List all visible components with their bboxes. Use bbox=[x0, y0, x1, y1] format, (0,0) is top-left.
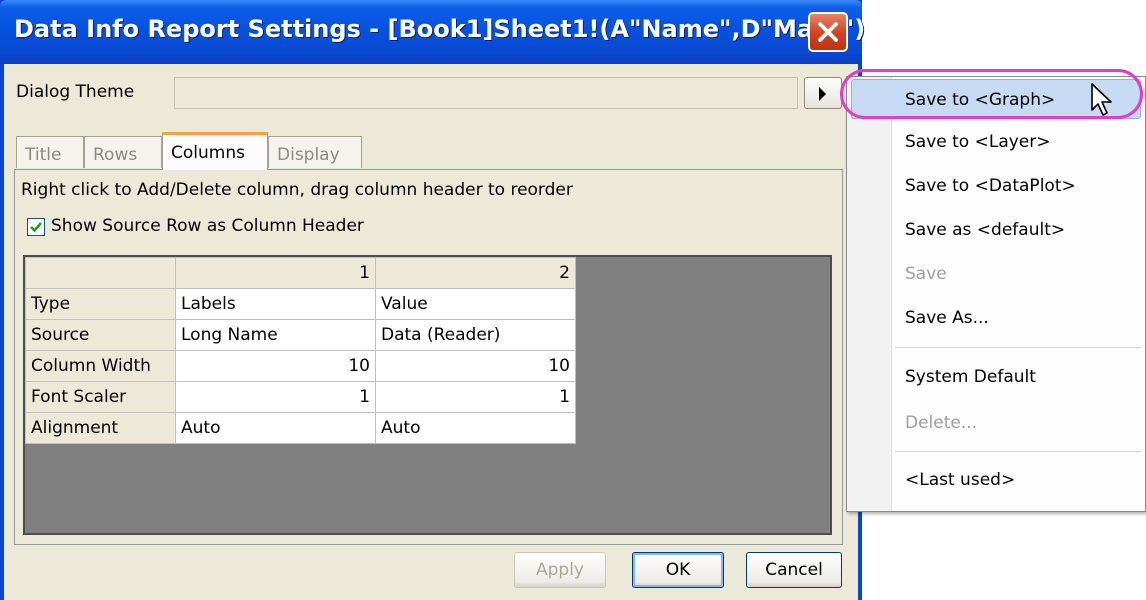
grid-row-source: Source Long Name Data (Reader) bbox=[25, 319, 576, 351]
menu-item-delete[interactable]: Delete... bbox=[905, 402, 977, 444]
show-source-row-checkbox[interactable] bbox=[27, 218, 45, 236]
dialog-theme-label: Dialog Theme bbox=[16, 82, 135, 102]
ok-button[interactable]: OK bbox=[632, 552, 724, 588]
grid-row-type: Type Labels Value bbox=[25, 288, 576, 320]
grid-cell[interactable]: Value bbox=[375, 288, 576, 320]
columns-hint-text: Right click to Add/Delete column, drag c… bbox=[21, 180, 573, 200]
row-header: Alignment bbox=[25, 412, 176, 444]
menu-item-last-used[interactable]: <Last used> bbox=[905, 459, 1015, 501]
dialog-window: Data Info Report Settings - [Book1]Sheet… bbox=[0, 0, 866, 600]
menu-item-save-as[interactable]: Save As... bbox=[905, 297, 989, 339]
dialog-theme-combo[interactable] bbox=[174, 77, 798, 109]
menu-item-save-as-default[interactable]: Save as <default> bbox=[905, 209, 1065, 251]
grid-cell[interactable]: Labels bbox=[175, 288, 376, 320]
tab-rows-label: Rows bbox=[93, 145, 138, 165]
tab-title-label: Title bbox=[25, 145, 62, 165]
cancel-button[interactable]: Cancel bbox=[746, 552, 842, 588]
menu-item-save-to-dataplot[interactable]: Save to <DataPlot> bbox=[905, 165, 1076, 207]
grid-cell[interactable]: Data (Reader) bbox=[375, 319, 576, 351]
grid-row-alignment: Alignment Auto Auto bbox=[25, 412, 576, 444]
tab-rows[interactable]: Rows bbox=[84, 136, 162, 168]
arrow-right-icon bbox=[819, 87, 826, 101]
apply-button[interactable]: Apply bbox=[514, 552, 606, 588]
close-button[interactable] bbox=[808, 12, 848, 52]
menu-item-save[interactable]: Save bbox=[905, 253, 947, 295]
title-bar[interactable]: Data Info Report Settings - [Book1]Sheet… bbox=[0, 0, 866, 64]
menu-separator bbox=[895, 347, 1141, 348]
row-header: Column Width bbox=[25, 350, 176, 382]
column-header-1[interactable]: 1 bbox=[175, 257, 376, 289]
grid-cell[interactable]: Long Name bbox=[175, 319, 376, 351]
grid-cell[interactable]: 10 bbox=[175, 350, 376, 382]
window-title: Data Info Report Settings - [Book1]Sheet… bbox=[14, 15, 866, 43]
theme-popup-menu: Save to <Graph> Save to <Layer> Save to … bbox=[846, 76, 1146, 512]
column-header-2[interactable]: 2 bbox=[375, 257, 576, 289]
row-header: Font Scaler bbox=[25, 381, 176, 413]
menu-item-save-to-layer[interactable]: Save to <Layer> bbox=[905, 121, 1051, 163]
show-source-row-label[interactable]: Show Source Row as Column Header bbox=[51, 216, 364, 236]
tab-display-label: Display bbox=[277, 145, 340, 165]
grid-row-column-width: Column Width 10 10 bbox=[25, 350, 576, 382]
grid-cell[interactable]: Auto bbox=[175, 412, 376, 444]
grid-cell[interactable]: 10 bbox=[375, 350, 576, 382]
grid-row-font-scaler: Font Scaler 1 1 bbox=[25, 381, 576, 413]
tab-display[interactable]: Display bbox=[268, 136, 362, 168]
grid-header-row: 1 2 bbox=[25, 257, 576, 289]
dialog-client-area: Dialog Theme Title Rows Columns Display … bbox=[4, 64, 858, 600]
grid-cell[interactable]: 1 bbox=[175, 381, 376, 413]
close-icon bbox=[818, 22, 838, 42]
columns-grid[interactable]: 1 2 Type Labels Value Source Long Name D… bbox=[23, 255, 832, 535]
columns-table: 1 2 Type Labels Value Source Long Name D… bbox=[25, 257, 576, 444]
row-header: Source bbox=[25, 319, 176, 351]
grid-cell[interactable]: 1 bbox=[375, 381, 576, 413]
grid-corner-cell bbox=[25, 257, 176, 289]
checkmark-icon bbox=[30, 222, 42, 233]
columns-tab-panel: Right click to Add/Delete column, drag c… bbox=[14, 169, 843, 545]
grid-cell[interactable]: Auto bbox=[375, 412, 576, 444]
row-header: Type bbox=[25, 288, 176, 320]
menu-separator bbox=[895, 451, 1141, 452]
theme-menu-button[interactable] bbox=[804, 77, 842, 109]
mouse-pointer-icon bbox=[1091, 83, 1112, 116]
tab-columns[interactable]: Columns bbox=[162, 132, 268, 170]
menu-icon-gutter bbox=[847, 77, 892, 511]
tab-title[interactable]: Title bbox=[16, 136, 84, 168]
menu-item-system-default[interactable]: System Default bbox=[905, 356, 1036, 398]
tab-columns-label: Columns bbox=[171, 143, 245, 163]
